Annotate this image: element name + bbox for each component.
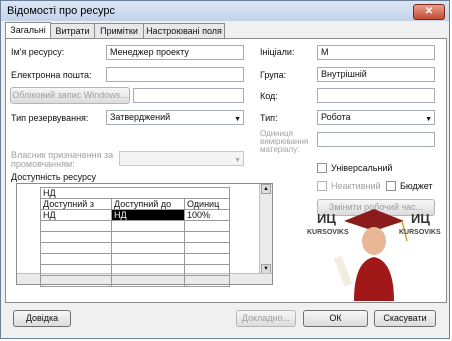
scroll-up-icon[interactable]: ▲ [261,184,271,194]
resource-info-dialog: Відомості про ресурс ✕ Загальні Витрати … [0,0,450,339]
material-units-label: Одиниця вимірювання матеріалу: [260,129,309,154]
table-cell[interactable] [40,253,112,265]
generic-checkbox[interactable] [317,163,327,173]
dropdown-arrow-icon: ▼ [234,116,241,123]
default-owner-select[interactable]: ▼ [119,151,244,166]
table-cell[interactable] [184,264,230,276]
resource-name-label: Ім'я ресурсу: [11,47,65,57]
table-cell[interactable] [111,231,185,243]
booking-type-select[interactable]: Затверджений ▼ [106,110,244,125]
watermark-brand-right: KURSOVIKS [399,229,441,236]
help-button[interactable]: Довідка [13,310,71,327]
generic-checkbox-label: Універсальний [331,163,393,173]
email-field[interactable] [106,67,244,82]
booking-type-label: Тип резервування: [11,113,89,123]
budget-checkbox[interactable] [386,181,396,191]
cancel-button[interactable]: Скасувати [374,310,436,327]
budget-checkbox-label: Бюджет [400,181,433,191]
window-title: Відомості про ресурс [7,5,116,17]
table-cell[interactable]: НД [111,209,185,221]
initials-field[interactable]: М [317,45,435,60]
dropdown-arrow-icon: ▼ [234,157,241,164]
resource-name-field[interactable]: Менеджер проекту [106,45,244,60]
table-cell[interactable] [40,231,112,243]
table-cell[interactable] [184,231,230,243]
availability-edit-cell[interactable]: НД [40,187,230,199]
windows-account-field[interactable] [133,88,244,103]
inactive-checkbox-label: Неактивний [331,181,381,191]
table-cell[interactable] [40,264,112,276]
availability-label: Доступність ресурсу [11,172,96,182]
vertical-scrollbar[interactable]: ▲ ▼ [259,184,272,284]
group-field[interactable]: Внутрішній [317,67,435,82]
title-bar: Відомості про ресурс ✕ [1,1,449,21]
material-units-field[interactable] [317,132,435,147]
table-cell[interactable] [111,264,185,276]
tab-custom-fields[interactable]: Настроювані поля [143,23,225,38]
code-field[interactable] [317,88,435,103]
tab-costs[interactable]: Витрати [50,23,95,38]
table-cell[interactable] [184,220,230,232]
column-header: Одиниц [184,198,230,210]
type-label: Тип: [260,113,278,123]
code-label: Код: [260,91,278,101]
type-select[interactable]: Робота ▼ [317,110,435,125]
default-owner-label: Власник призначення за промовчанням: [11,150,114,169]
details-button[interactable]: Докладно... [236,310,296,327]
initials-label: Ініціали: [260,47,295,57]
inactive-checkbox[interactable] [317,181,327,191]
email-label: Електронна пошта: [11,70,92,80]
availability-table: НД Доступний з Доступний до Одиниц НД НД… [40,187,235,287]
tab-notes[interactable]: Примітки [94,23,144,38]
table-cell[interactable] [111,275,185,287]
table-cell[interactable] [184,275,230,287]
column-header: Доступний з [40,198,112,210]
ok-button[interactable]: ОК [303,310,368,327]
dropdown-arrow-icon: ▼ [425,116,432,123]
watermark-logo: ИЦ ИЦ KURSOVIKS KURSOVIKS [299,201,449,301]
watermark-text-left: ИЦ [317,211,336,226]
type-value: Робота [321,112,351,122]
watermark-text-right: ИЦ [411,211,430,226]
column-header: Доступний до [111,198,185,210]
tab-general[interactable]: Загальні [5,22,51,39]
booking-type-value: Затверджений [110,112,171,122]
table-cell[interactable] [111,220,185,232]
watermark-brand-left: KURSOVIKS [307,229,349,236]
close-button[interactable]: ✕ [413,4,445,20]
table-cell[interactable]: 100% [184,209,230,221]
group-label: Група: [260,70,287,80]
table-cell[interactable]: НД [40,209,112,221]
table-cell[interactable] [184,242,230,254]
table-cell[interactable] [111,242,185,254]
table-cell[interactable] [184,253,230,265]
table-cell[interactable] [40,220,112,232]
table-cell[interactable] [111,253,185,265]
table-cell[interactable] [40,275,112,287]
windows-account-button[interactable]: Обліковий запис Windows... [10,87,130,104]
table-cell[interactable] [40,242,112,254]
